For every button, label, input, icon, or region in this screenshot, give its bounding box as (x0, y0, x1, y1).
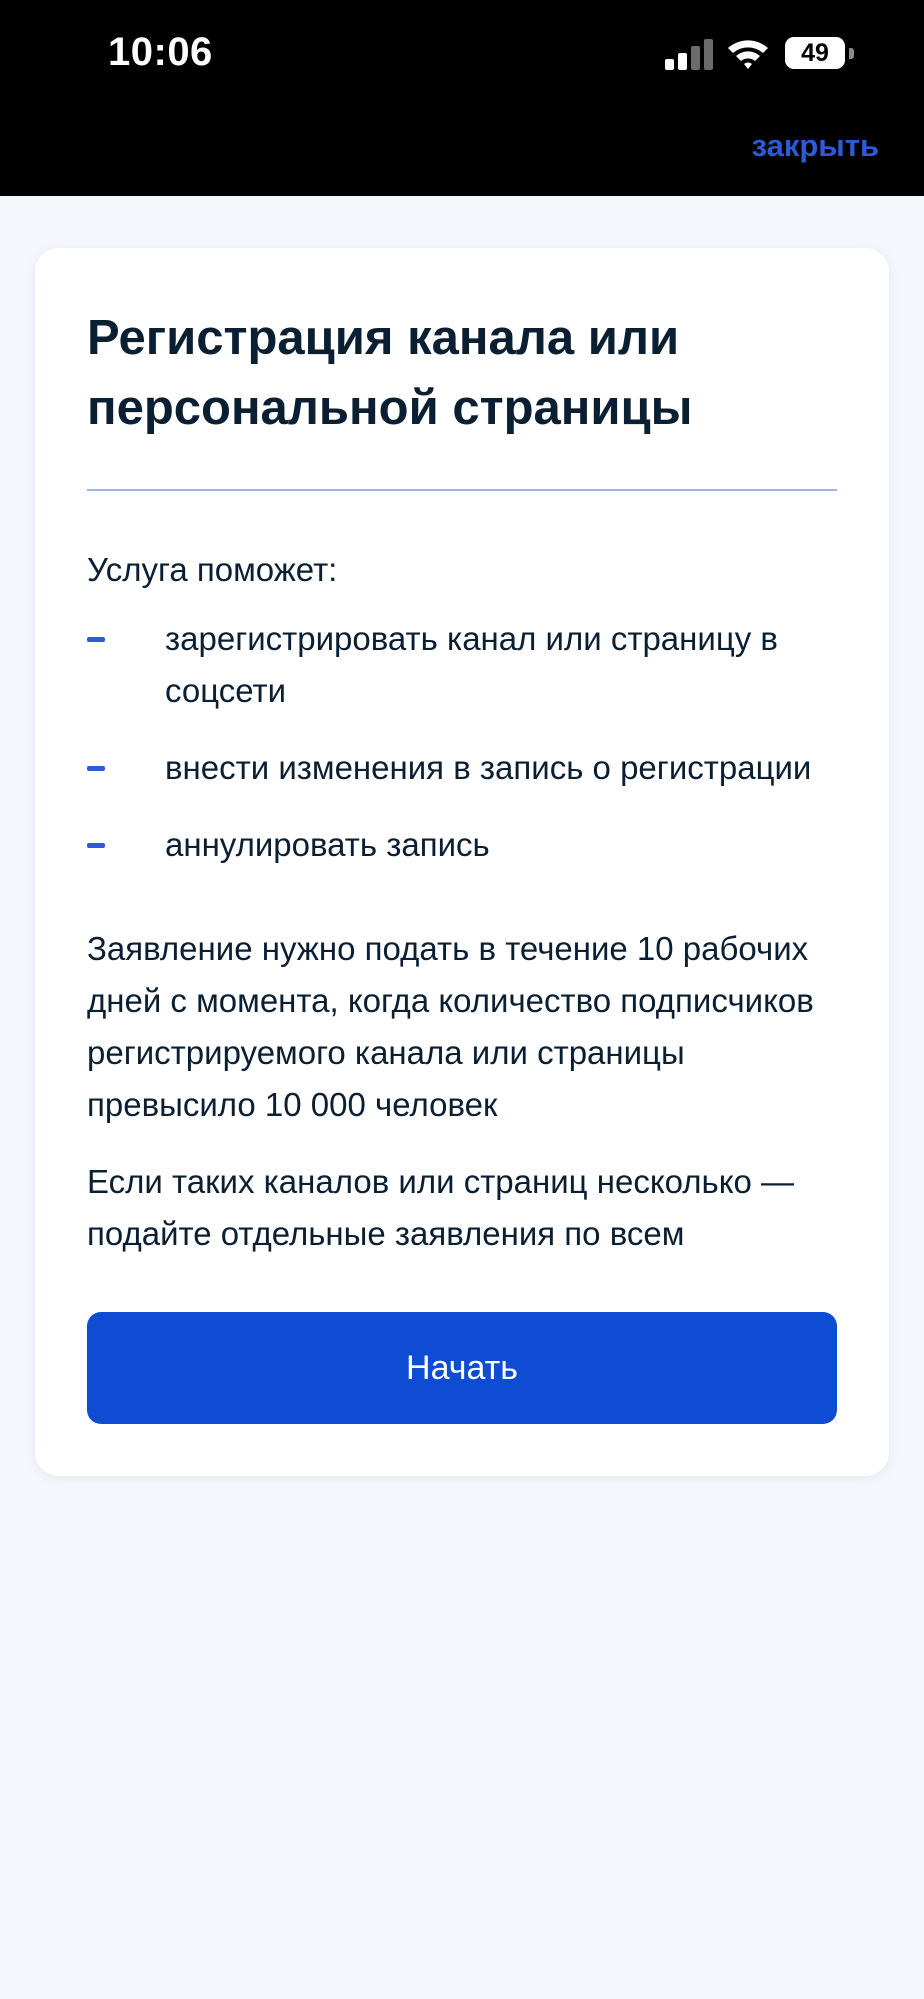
wifi-icon (728, 40, 768, 69)
intro-text: Услуга поможет: (87, 551, 338, 588)
status-bar: 10:06 49 закрыть (0, 0, 924, 196)
battery-cap (849, 48, 854, 59)
list-item: внести изменения в запись о регистрации (87, 742, 847, 794)
page-title: Регистрация канала или персональной стра… (87, 311, 693, 435)
dash-icon (87, 637, 105, 642)
start-button[interactable]: Начать (87, 1312, 837, 1424)
list-item-text: внести изменения в запись о регистрации (165, 749, 812, 786)
list-item-text: зарегистрировать канал или страницу в со… (165, 620, 778, 709)
service-list: зарегистрировать канал или страницу в со… (87, 613, 847, 896)
status-time: 10:06 (108, 30, 213, 74)
list-item: аннулировать запись (87, 819, 847, 871)
signal-icon (665, 38, 715, 70)
deadline-paragraph: Заявление нужно подать в течение 10 рабо… (87, 930, 814, 1123)
list-item-text: аннулировать запись (165, 826, 490, 863)
dash-icon (87, 843, 105, 848)
close-link[interactable]: закрыть (752, 128, 879, 164)
service-card: Регистрация канала или персональной стра… (35, 248, 889, 1476)
divider (87, 489, 837, 491)
dash-icon (87, 766, 105, 771)
battery-icon: 49 (785, 37, 845, 69)
multiple-channels-paragraph: Если таких каналов или страниц несколько… (87, 1163, 795, 1252)
list-item: зарегистрировать канал или страницу в со… (87, 613, 847, 717)
